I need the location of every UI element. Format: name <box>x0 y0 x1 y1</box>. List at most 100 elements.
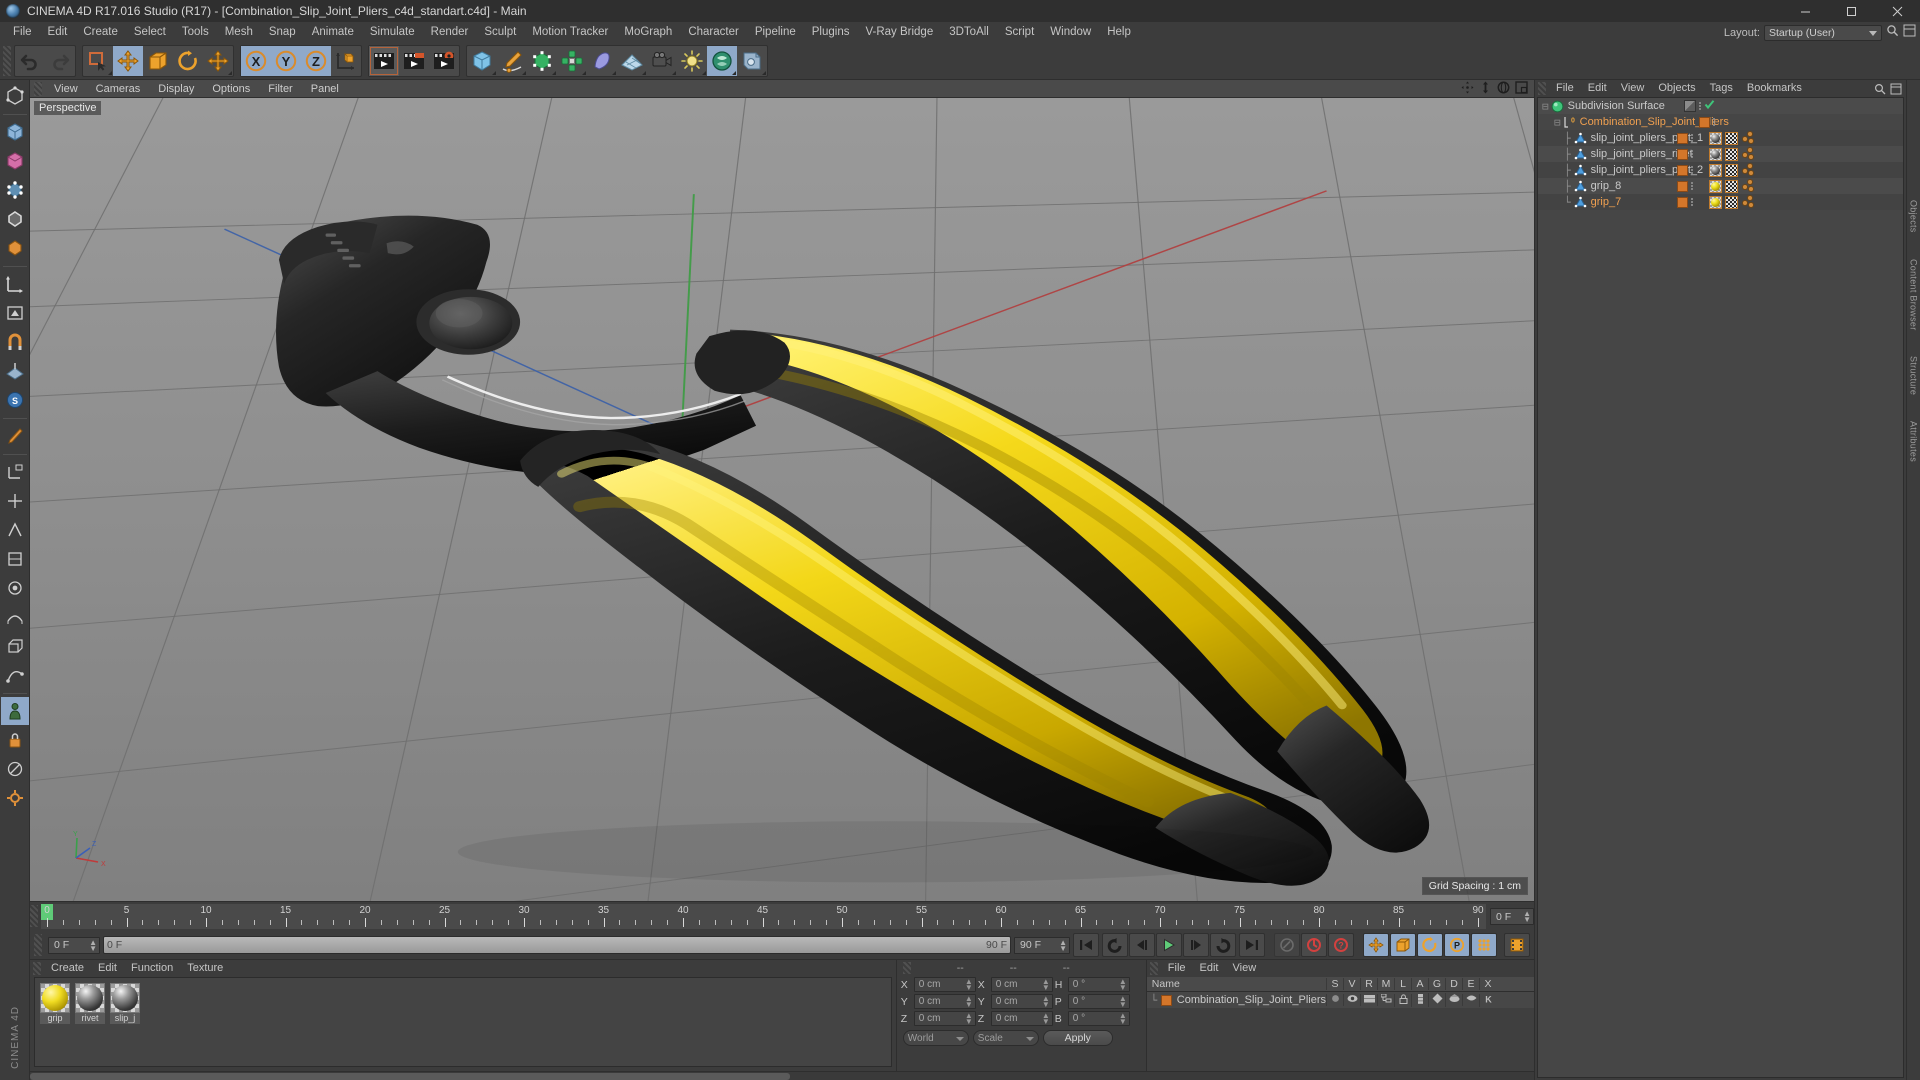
selection-tag[interactable] <box>1741 131 1755 145</box>
transform-mode-dropdown[interactable]: Scale <box>972 1030 1039 1046</box>
layer-col-g[interactable]: G <box>1428 978 1445 990</box>
previous-frame-button[interactable] <box>1129 933 1155 957</box>
object-menu-view[interactable]: View <box>1614 80 1652 97</box>
object-menu-bookmarks[interactable]: Bookmarks <box>1740 80 1809 97</box>
point-tools-button[interactable] <box>1 487 29 515</box>
layer-empty-area[interactable] <box>1146 1008 1534 1071</box>
add-spline-button[interactable] <box>497 46 527 76</box>
object-manager-grip-handle[interactable] <box>1538 82 1546 95</box>
edges-mode-button[interactable] <box>1 205 29 233</box>
size-y-field[interactable]: 0 cm ▲ ▼ <box>990 994 1053 1009</box>
enabled-check-icon[interactable] <box>1704 99 1715 113</box>
render-view-button[interactable] <box>369 45 399 76</box>
keyframe-selection-button[interactable]: ? <box>1328 933 1354 957</box>
material-tag[interactable] <box>1709 163 1722 177</box>
perspective-viewport[interactable]: Perspective Grid Spacing : 1 cm X Y Z <box>30 98 1534 901</box>
tab-objects[interactable]: Objects <box>1909 200 1919 233</box>
menu-3dtoall[interactable]: 3DToAll <box>941 22 997 42</box>
layer-col-r[interactable]: R <box>1360 978 1377 990</box>
spline-edit-button[interactable] <box>1 661 29 689</box>
object-row-slip-joint-pliers-part-1[interactable]: ├ slip_joint_pliers_part_1 <box>1538 130 1903 146</box>
object-menu-edit[interactable]: Edit <box>1581 80 1614 97</box>
layer-solo-toggle[interactable] <box>1326 994 1343 1006</box>
object-row-slip-joint-pliers-part-2[interactable]: ├ slip_joint_pliers_part_2 <box>1538 162 1903 178</box>
expand-collapse-toggle[interactable]: ⊟ <box>1542 100 1549 113</box>
add-camera-button[interactable] <box>647 46 677 76</box>
end-frame-field[interactable]: 90 F ▲ ▼ <box>1014 936 1070 954</box>
viewport-menu-cameras[interactable]: Cameras <box>87 80 150 98</box>
object-menu-objects[interactable]: Objects <box>1651 80 1702 97</box>
layout-dropdown[interactable]: Startup (User) <box>1764 25 1882 41</box>
rotation-p-field[interactable]: 0 ° ▲ ▼ <box>1067 994 1130 1009</box>
extrude-button[interactable] <box>1 632 29 660</box>
object-menu-tags[interactable]: Tags <box>1703 80 1740 97</box>
axis-modify-button[interactable] <box>1 270 29 298</box>
spinner-icon[interactable]: ▲ ▼ <box>1042 1012 1050 1026</box>
material-chip[interactable]: slip_j <box>110 983 140 1024</box>
menu-window[interactable]: Window <box>1042 22 1099 42</box>
layer-manager-toggle[interactable] <box>1377 993 1394 1006</box>
timeline-range-slider[interactable]: 0 F 90 F <box>103 936 1011 954</box>
workplane-button[interactable] <box>1 357 29 385</box>
menu-script[interactable]: Script <box>997 22 1042 42</box>
spinner-icon[interactable]: ▲ ▼ <box>1042 978 1050 992</box>
make-editable-button[interactable] <box>1 82 29 110</box>
move-secondary-button[interactable] <box>203 46 233 76</box>
layer-menu-edit[interactable]: Edit <box>1193 960 1226 977</box>
live-selection-button[interactable] <box>83 46 113 76</box>
toolbar-grip-handle[interactable] <box>3 45 11 76</box>
layer-menu-view[interactable]: View <box>1226 960 1264 977</box>
position-z-field[interactable]: 0 cm ▲ ▼ <box>913 1011 976 1026</box>
spinner-icon[interactable]: ▲ ▼ <box>89 938 97 952</box>
coordinate-system-dropdown[interactable]: World <box>902 1030 969 1046</box>
visibility-dots-icon[interactable] <box>1699 102 1701 110</box>
layer-col-e[interactable]: E <box>1462 978 1479 990</box>
play-button[interactable] <box>1156 933 1182 957</box>
tab-attributes[interactable]: Attributes <box>1909 421 1919 462</box>
viewport-menu-view[interactable]: View <box>45 80 87 98</box>
spinner-icon[interactable]: ▲ ▼ <box>965 995 973 1009</box>
menu-vray-bridge[interactable]: V-Ray Bridge <box>857 22 941 42</box>
uvw-tag[interactable] <box>1725 131 1738 145</box>
object-menu-file[interactable]: File <box>1549 80 1581 97</box>
material-menu-edit[interactable]: Edit <box>91 960 124 977</box>
record-active-objects-button[interactable] <box>1274 933 1300 957</box>
timeline-filmstrip-button[interactable] <box>1504 933 1530 957</box>
menu-help[interactable]: Help <box>1099 22 1139 42</box>
material-tag[interactable] <box>1709 131 1722 145</box>
material-menu-texture[interactable]: Texture <box>180 960 230 977</box>
horizontal-scrollbar[interactable] <box>30 1071 1534 1080</box>
object-row-combination-slip-joint-pliers[interactable]: ⊟ 0 Combination_Slip_Joint_Pliers <box>1538 114 1903 130</box>
rotation-key-button[interactable] <box>1417 933 1443 957</box>
menu-simulate[interactable]: Simulate <box>362 22 423 42</box>
menu-create[interactable]: Create <box>75 22 126 42</box>
transport-grip-handle[interactable] <box>34 934 42 956</box>
layer-lock-toggle[interactable] <box>1394 993 1411 1007</box>
search-icon[interactable] <box>1886 24 1899 42</box>
menu-render[interactable]: Render <box>423 22 477 42</box>
scrollbar-thumb[interactable] <box>30 1073 790 1080</box>
timeline-ruler[interactable]: 0 5 10 15 20 25 30 35 40 45 50 55 60 65 70 75 80 85 90 <box>41 904 1486 929</box>
minimize-button[interactable] <box>1782 0 1828 22</box>
sculpt-brush-button[interactable] <box>1 574 29 602</box>
selection-tag[interactable] <box>1741 163 1755 177</box>
uvw-tag[interactable] <box>1725 163 1738 177</box>
position-y-field[interactable]: 0 cm ▲ ▼ <box>913 994 976 1009</box>
spinner-icon[interactable]: ▲ ▼ <box>1119 978 1127 992</box>
menu-character[interactable]: Character <box>680 22 747 42</box>
layer-col-v[interactable]: V <box>1343 978 1360 990</box>
menu-mesh[interactable]: Mesh <box>217 22 261 42</box>
layer-col-x[interactable]: X <box>1479 978 1496 990</box>
rotate-tool-button[interactable] <box>173 46 203 76</box>
visibility-dots-icon[interactable] <box>1691 166 1693 174</box>
coordinates-grip-handle[interactable] <box>902 962 911 974</box>
material-tag[interactable] <box>1709 195 1722 209</box>
content-browser-button[interactable] <box>707 45 737 76</box>
pan-icon[interactable] <box>1461 81 1474 99</box>
layer-render-toggle[interactable] <box>1360 994 1377 1006</box>
layer-col-a[interactable]: A <box>1411 978 1428 990</box>
menu-animate[interactable]: Animate <box>304 22 362 42</box>
add-generator-button[interactable] <box>527 46 557 76</box>
material-menu-function[interactable]: Function <box>124 960 180 977</box>
layer-generator-toggle[interactable] <box>1428 993 1445 1007</box>
